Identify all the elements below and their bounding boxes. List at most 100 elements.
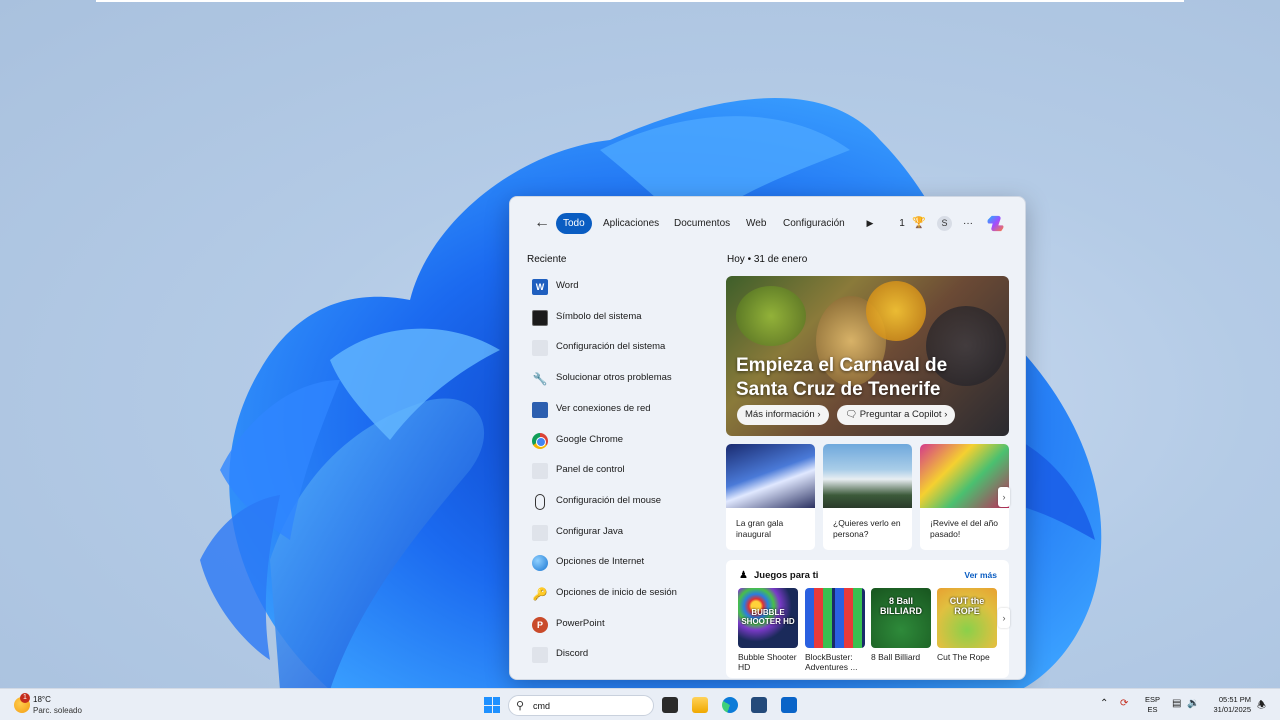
- news-card-2[interactable]: ¿Quieres verlo en persona?: [823, 444, 912, 550]
- mouse-icon: [535, 493, 545, 510]
- recent-item[interactable]: Configuración del mouse: [526, 489, 716, 515]
- back-arrow-icon[interactable]: ←: [532, 213, 552, 233]
- volume-icon[interactable]: 🔉: [1187, 698, 1199, 709]
- recent-item-label: Panel de control: [556, 464, 625, 476]
- outlook-icon[interactable]: [781, 697, 797, 713]
- news-card-1[interactable]: La gran gala inaugural: [726, 444, 815, 550]
- game-thumb: CUT the ROPE: [937, 588, 997, 648]
- rewards-points[interactable]: 1: [898, 213, 906, 234]
- clock-date: 31/01/2025: [1213, 705, 1251, 714]
- recent-item-label: Símbolo del sistema: [556, 310, 642, 322]
- recent-item-label: Word: [556, 280, 579, 291]
- search-input[interactable]: [533, 699, 643, 713]
- news-card-image: [726, 444, 815, 508]
- today-separator: •: [747, 254, 752, 265]
- control-panel-icon: [532, 463, 548, 480]
- recent-item[interactable]: Configurar Java: [526, 520, 716, 546]
- weather-condition[interactable]: Parc. soleado: [33, 706, 82, 715]
- recent-item-label: Ver conexiones de red: [556, 402, 651, 414]
- game-name: Bubble Shooter HD: [738, 652, 797, 672]
- file-explorer-icon[interactable]: [692, 697, 708, 713]
- today-day: Hoy: [727, 254, 745, 265]
- java-icon: [532, 524, 548, 541]
- game-name: BlockBuster: Adventures ...: [805, 652, 858, 672]
- microsoft-store-icon[interactable]: [751, 697, 767, 713]
- news-next-arrow[interactable]: ›: [998, 487, 1010, 507]
- clock-time: 05:51 PM: [1218, 695, 1251, 704]
- hero-card-carnaval[interactable]: Empieza el Carnaval de Santa Cruz de Ten…: [726, 276, 1009, 436]
- taskbar-clock[interactable]: 05:51 PM 31/01/2025: [1208, 695, 1251, 715]
- notification-bell-icon[interactable]: 🕭: [1257, 698, 1266, 715]
- recent-item[interactable]: Panel de control: [526, 458, 716, 484]
- today-label: Hoy • 31 de enero: [727, 254, 807, 265]
- recent-item[interactable]: Opciones de Internet: [526, 550, 716, 576]
- language-indicator[interactable]: ESP ES: [1145, 695, 1160, 715]
- play-icon[interactable]: ▶: [864, 213, 876, 234]
- hero-image-foliage: [736, 286, 806, 346]
- game-thumb: 8 Ball BILLIARD: [871, 588, 931, 648]
- network-icon: [532, 401, 548, 418]
- today-date: 31 de enero: [753, 254, 808, 265]
- edge-browser-icon[interactable]: [722, 697, 738, 713]
- game-name: 8 Ball Billiard: [871, 652, 921, 662]
- news-card-image: [920, 444, 1009, 508]
- settings-icon: [532, 340, 548, 357]
- game-bubble-shooter[interactable]: BUBBLE SHOOTER HD Bubble Shooter HD: [738, 588, 798, 672]
- network-icon[interactable]: ▤: [1172, 698, 1181, 709]
- news-card-text: ¿Quieres verlo en persona?: [833, 518, 901, 539]
- tab-aplicaciones[interactable]: Aplicaciones: [603, 213, 659, 234]
- games-title: Juegos para ti: [754, 570, 819, 581]
- recent-item-label: Discord: [556, 648, 589, 660]
- recent-item[interactable]: Ver conexiones de red: [526, 397, 716, 423]
- discord-icon: [532, 647, 548, 664]
- key-icon: 🔑: [532, 587, 548, 601]
- ask-copilot-button[interactable]: 🗨 Preguntar a Copilot ›: [837, 405, 956, 425]
- news-card-3[interactable]: ¡Revive el del año pasado!: [920, 444, 1009, 550]
- more-info-button[interactable]: Más información ›: [737, 405, 829, 425]
- word-icon: W: [532, 279, 548, 295]
- recent-item-label: Configurar Java: [556, 525, 624, 537]
- chrome-icon: [532, 432, 548, 449]
- game-cut-the-rope[interactable]: CUT the ROPE Cut The Rope: [937, 588, 997, 662]
- ask-copilot-label: Preguntar a Copilot: [859, 409, 942, 420]
- hero-title: Empieza el Carnaval de Santa Cruz de Ten…: [736, 355, 948, 400]
- tab-documentos[interactable]: Documentos: [674, 213, 730, 234]
- recent-item[interactable]: Discord: [526, 642, 716, 668]
- search-icon: ⚲: [516, 700, 525, 712]
- game-thumb-title: BUBBLE SHOOTER HD: [741, 608, 795, 626]
- games-next-arrow[interactable]: ›: [998, 608, 1010, 628]
- chevron-up-icon[interactable]: ⌃: [1100, 698, 1108, 709]
- avatar[interactable]: S: [937, 216, 952, 231]
- recent-item[interactable]: 🔧 Solucionar otros problemas: [526, 366, 716, 392]
- weather-temperature[interactable]: 18°C: [33, 695, 51, 704]
- recent-item-label: Configuración del sistema: [556, 341, 666, 353]
- trophy-icon[interactable]: 🏆: [912, 213, 926, 234]
- weather-badge: 1: [20, 693, 30, 703]
- more-options-icon[interactable]: ···: [961, 213, 975, 234]
- recent-item[interactable]: Configuración del sistema: [526, 335, 716, 361]
- game-blockbuster[interactable]: BlockBuster: Adventures ...: [805, 588, 865, 672]
- windows-start-icon[interactable]: [484, 697, 500, 713]
- copilot-icon[interactable]: [986, 214, 1005, 233]
- tab-configuracion[interactable]: Configuración: [783, 213, 845, 234]
- recent-item[interactable]: P PowerPoint: [526, 612, 716, 638]
- tab-todo[interactable]: Todo: [556, 213, 592, 234]
- game-8-ball-billiard[interactable]: 8 Ball BILLIARD 8 Ball Billiard: [871, 588, 931, 662]
- games-see-more-link[interactable]: Ver más: [964, 570, 997, 580]
- recent-item[interactable]: Símbolo del sistema: [526, 305, 716, 331]
- news-card-text: ¡Revive el del año pasado!: [930, 518, 999, 539]
- search-tabs-bar: ← Todo Aplicaciones Documentos Web Confi…: [510, 197, 1025, 249]
- task-view-icon[interactable]: [662, 697, 678, 713]
- taskbar-search-box[interactable]: ⚲: [508, 695, 654, 716]
- games-icon: ♟: [739, 570, 748, 581]
- recent-item[interactable]: W Word: [526, 274, 716, 300]
- keyboard-layout: ES: [1147, 705, 1158, 714]
- recent-item-label: Configuración del mouse: [556, 494, 662, 506]
- tab-web[interactable]: Web: [746, 213, 766, 234]
- recent-item[interactable]: Google Chrome: [526, 428, 716, 454]
- recent-item[interactable]: 🔑 Opciones de inicio de sesión: [526, 581, 716, 607]
- news-card-image: [823, 444, 912, 508]
- recent-item-label: Opciones de Internet: [556, 556, 645, 568]
- sync-alert-icon[interactable]: ⟳: [1120, 698, 1128, 709]
- recent-item-label: Solucionar otros problemas: [556, 372, 672, 384]
